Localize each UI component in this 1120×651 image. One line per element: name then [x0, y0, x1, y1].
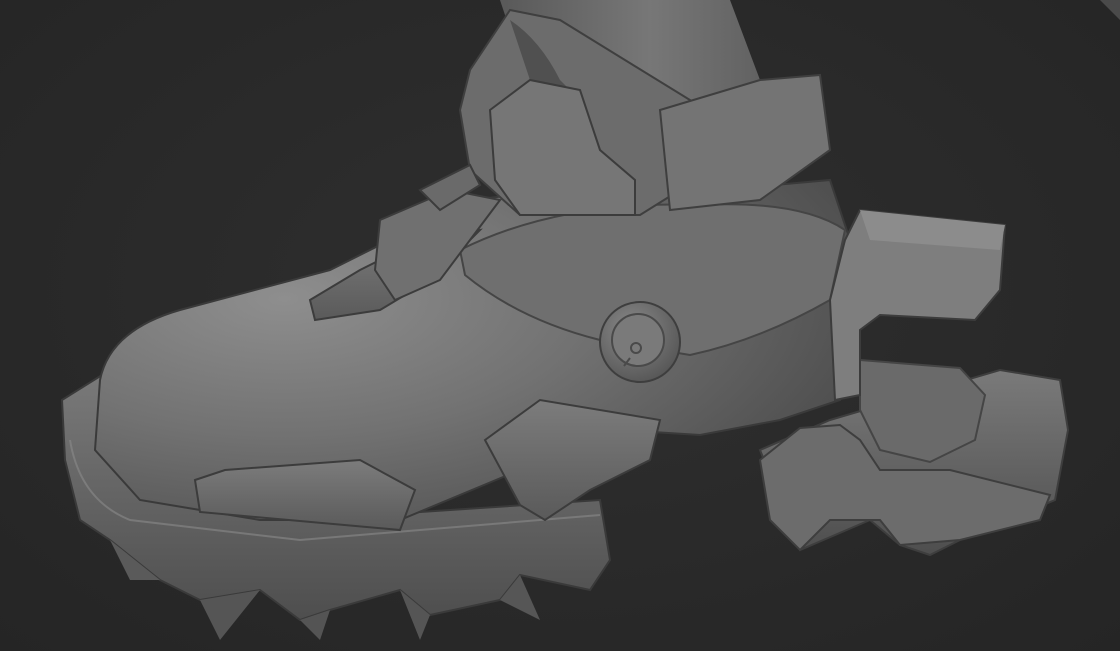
boot-body: [93, 8, 852, 521]
dial-knob: [599, 301, 681, 383]
3d-viewport[interactable]: [0, 0, 1120, 651]
boot-render: [60, 0, 1120, 640]
corner-mesh: [1100, 0, 1120, 20]
